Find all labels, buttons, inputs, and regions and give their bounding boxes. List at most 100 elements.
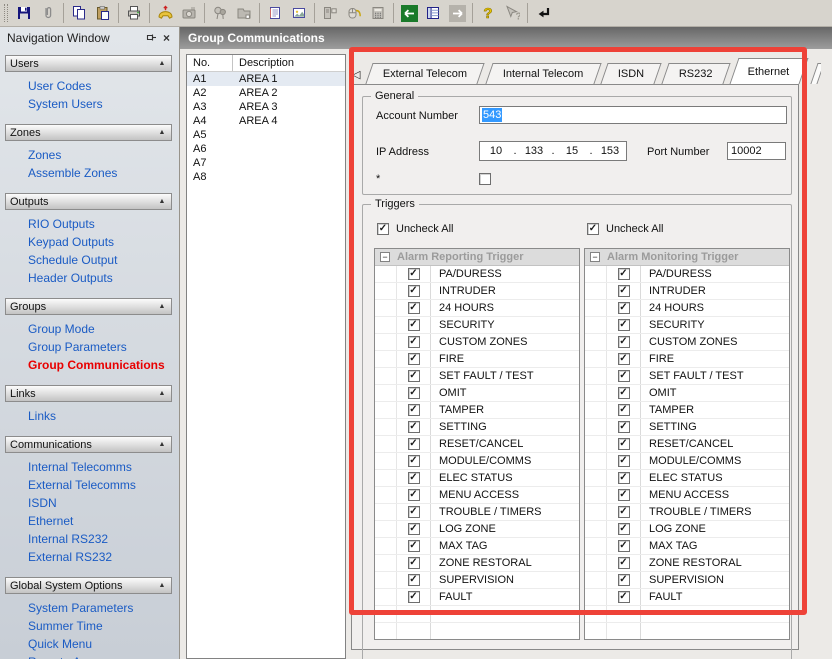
mouse-icon[interactable] (342, 1, 366, 25)
trigger-checkbox-cell[interactable] (397, 334, 431, 350)
print-icon[interactable] (122, 1, 146, 25)
sidebar-item[interactable]: Schedule Output (5, 251, 172, 269)
trigger-checkbox-cell[interactable] (607, 402, 641, 418)
trigger-checkbox-cell[interactable] (607, 283, 641, 299)
trigger-checkbox[interactable] (618, 540, 630, 552)
trigger-checkbox-cell[interactable] (607, 266, 641, 282)
trigger-checkbox-cell[interactable] (607, 419, 641, 435)
trigger-checkbox[interactable] (618, 268, 630, 280)
trigger-checkbox-cell[interactable] (607, 572, 641, 588)
trigger-checkbox-cell[interactable] (607, 453, 641, 469)
trigger-checkbox[interactable] (618, 336, 630, 348)
table-row[interactable]: A3 AREA 3 (187, 100, 345, 114)
trigger-checkbox[interactable] (408, 302, 420, 314)
table-row[interactable]: A6 (187, 142, 345, 156)
port-number-input[interactable]: 10002 (727, 142, 786, 160)
notebook-icon[interactable] (263, 1, 287, 25)
collapse-minus-icon[interactable]: − (590, 252, 600, 262)
trigger-checkbox[interactable] (408, 489, 420, 501)
trigger-checkbox[interactable] (618, 591, 630, 603)
uncheck-all-checkbox[interactable] (377, 223, 389, 235)
tab[interactable]: Internal Telecom (485, 63, 601, 84)
trigger-checkbox-cell[interactable] (397, 266, 431, 282)
collapse-icon[interactable]: ▲ (155, 60, 169, 67)
navigate-forward-icon[interactable] (445, 1, 469, 25)
trigger-checkbox-cell[interactable] (397, 589, 431, 605)
trigger-checkbox-cell[interactable] (397, 283, 431, 299)
sidebar-item[interactable]: RIO Outputs (5, 215, 172, 233)
star-checkbox[interactable] (479, 173, 491, 185)
trigger-checkbox-cell[interactable] (607, 351, 641, 367)
nav-section-communications[interactable]: Communications▲ (5, 436, 172, 453)
image-icon[interactable] (287, 1, 311, 25)
trigger-checkbox[interactable] (408, 404, 420, 416)
trigger-checkbox-cell[interactable] (397, 351, 431, 367)
trigger-checkbox[interactable] (618, 574, 630, 586)
paperclip-icon[interactable] (36, 1, 60, 25)
sidebar-item[interactable]: Group Communications (5, 356, 172, 374)
trigger-checkbox[interactable] (408, 574, 420, 586)
capture-icon[interactable] (177, 1, 201, 25)
trigger-checkbox[interactable] (408, 557, 420, 569)
trigger-checkbox-cell[interactable] (397, 436, 431, 452)
trigger-checkbox[interactable] (618, 557, 630, 569)
trigger-checkbox[interactable] (618, 319, 630, 331)
data-table-icon[interactable] (421, 1, 445, 25)
nav-section-global-system-options[interactable]: Global System Options▲ (5, 577, 172, 594)
calculator-icon[interactable] (366, 1, 390, 25)
trigger-checkbox[interactable] (618, 302, 630, 314)
table-row[interactable]: A7 (187, 156, 345, 170)
trigger-checkbox-cell[interactable] (397, 470, 431, 486)
collapse-icon[interactable]: ▲ (155, 129, 169, 136)
trigger-checkbox-cell[interactable] (607, 385, 641, 401)
account-number-input[interactable]: 543 (479, 106, 787, 124)
trigger-checkbox[interactable] (618, 523, 630, 535)
trigger-checkbox[interactable] (618, 489, 630, 501)
trigger-checkbox[interactable] (408, 472, 420, 484)
computer-icon[interactable] (318, 1, 342, 25)
uncheck-all-checkbox[interactable] (587, 223, 599, 235)
nav-section-zones[interactable]: Zones▲ (5, 124, 172, 141)
trigger-checkbox[interactable] (408, 268, 420, 280)
trigger-checkbox-cell[interactable] (397, 572, 431, 588)
trigger-checkbox-cell[interactable] (397, 555, 431, 571)
sidebar-item[interactable]: External RS232 (5, 548, 172, 566)
paste-icon[interactable] (91, 1, 115, 25)
trigger-checkbox[interactable] (408, 506, 420, 518)
ip-address-input[interactable]: 10.133.15.153 (479, 141, 627, 161)
context-help-icon[interactable]: ? (500, 1, 524, 25)
trigger-checkbox[interactable] (408, 421, 420, 433)
sidebar-item[interactable]: System Parameters (5, 599, 172, 617)
trigger-checkbox-cell[interactable] (607, 555, 641, 571)
save-icon[interactable] (12, 1, 36, 25)
nav-section-links[interactable]: Links▲ (5, 385, 172, 402)
trigger-checkbox-cell[interactable] (607, 470, 641, 486)
sidebar-item[interactable]: Quick Menu (5, 635, 172, 653)
collapse-minus-icon[interactable]: − (380, 252, 390, 262)
sidebar-item[interactable]: Assemble Zones (5, 164, 172, 182)
help-icon[interactable]: ? (476, 1, 500, 25)
trigger-checkbox-cell[interactable] (397, 504, 431, 520)
tab[interactable]: RS232 (662, 63, 731, 84)
column-no[interactable]: No. (187, 55, 233, 71)
trigger-checkbox[interactable] (408, 285, 420, 297)
nav-section-outputs[interactable]: Outputs▲ (5, 193, 172, 210)
trigger-checkbox[interactable] (408, 370, 420, 382)
trigger-checkbox-cell[interactable] (397, 402, 431, 418)
sidebar-item[interactable]: Links (5, 407, 172, 425)
sidebar-item[interactable]: Zones (5, 146, 172, 164)
tab[interactable]: Ethernet (730, 58, 809, 84)
balloons-icon[interactable] (208, 1, 232, 25)
nav-section-users[interactable]: Users▲ (5, 55, 172, 72)
trigger-checkbox-cell[interactable] (607, 538, 641, 554)
trigger-checkbox-cell[interactable] (397, 521, 431, 537)
collapse-icon[interactable]: ▲ (155, 441, 169, 448)
trigger-checkbox-cell[interactable] (397, 385, 431, 401)
close-icon[interactable]: × (159, 30, 174, 45)
tab-scroll-left-icon[interactable]: ◁ (352, 66, 360, 82)
trigger-checkbox[interactable] (408, 455, 420, 467)
sidebar-item[interactable]: ISDN (5, 494, 172, 512)
table-row[interactable]: A2 AREA 2 (187, 86, 345, 100)
trigger-checkbox-cell[interactable] (607, 334, 641, 350)
trigger-checkbox[interactable] (408, 591, 420, 603)
